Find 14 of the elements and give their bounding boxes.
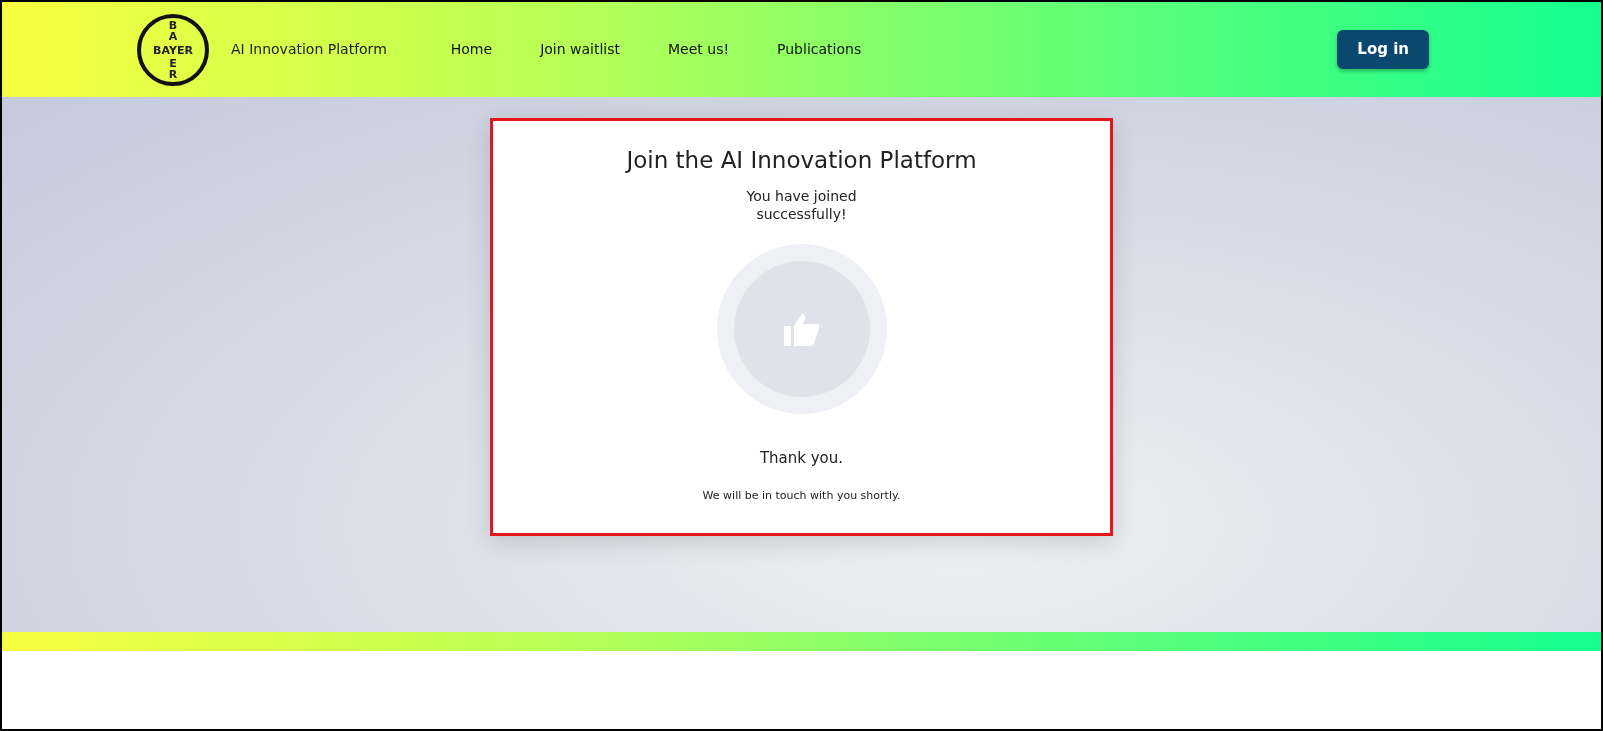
nav-link[interactable]: Home bbox=[450, 39, 493, 60]
brand-name: AI Innovation Platform bbox=[231, 40, 387, 59]
nav-link[interactable]: Publications bbox=[777, 39, 862, 60]
follow-up-note: We will be in touch with you shortly. bbox=[702, 487, 901, 504]
logo-text: BA bbox=[167, 19, 179, 42]
nav-link[interactable]: Meet us! bbox=[668, 39, 730, 60]
thumbs-up-icon bbox=[783, 312, 820, 347]
nav-link[interactable]: Join waitlist bbox=[540, 39, 620, 60]
logo-text: BAYER bbox=[152, 44, 194, 55]
thank-you-text: Thank you. bbox=[759, 448, 844, 470]
success-message: You have joined successfully! bbox=[745, 186, 858, 225]
card-title: Join the AI Innovation Platform bbox=[626, 147, 977, 175]
login-button[interactable]: Log in bbox=[1337, 30, 1429, 69]
logo-text: ER bbox=[167, 57, 179, 80]
